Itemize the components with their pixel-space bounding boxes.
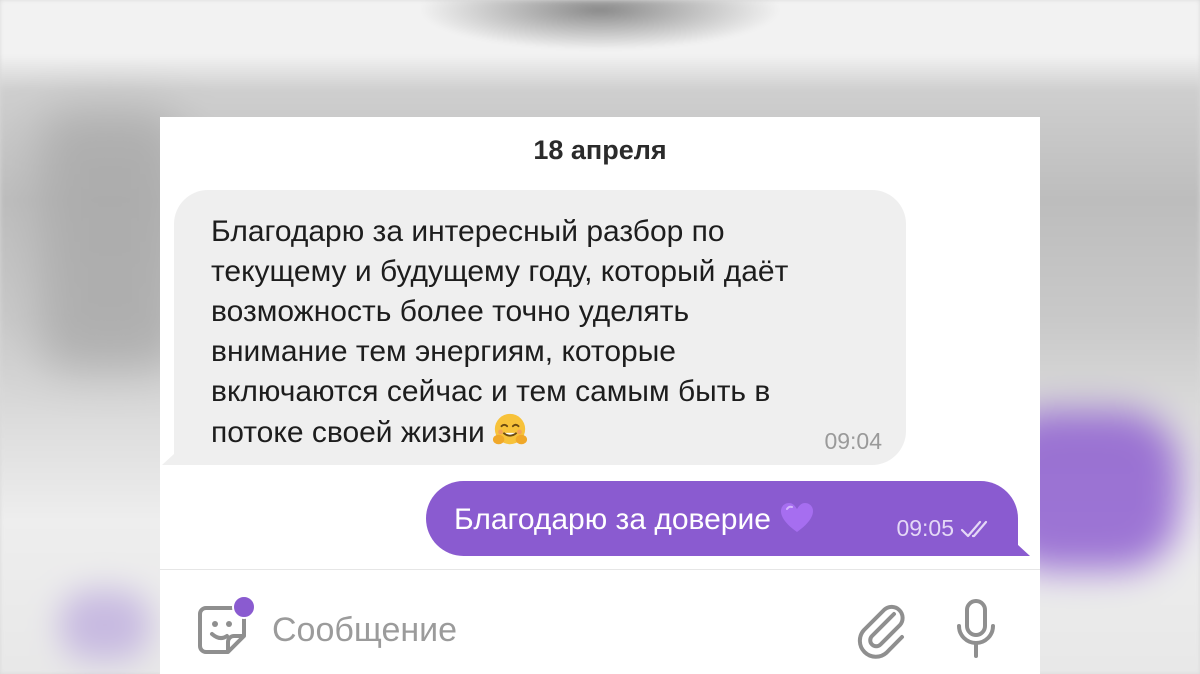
voice-message-button[interactable] bbox=[954, 598, 998, 660]
outgoing-message-time: 09:05 bbox=[896, 515, 954, 541]
incoming-message-time: 09:04 bbox=[824, 428, 882, 454]
attach-button[interactable] bbox=[854, 600, 910, 660]
incoming-message-text: Благодарю за интересный разбор по текуще… bbox=[211, 212, 870, 453]
blurred-shape-bottom bbox=[60, 590, 150, 660]
outgoing-message-meta: 09:05 bbox=[896, 515, 994, 542]
sticker-button[interactable] bbox=[194, 595, 256, 658]
paperclip-icon bbox=[857, 604, 905, 659]
outgoing-message-text: Благодарю за доверие bbox=[454, 501, 815, 537]
message-composer bbox=[160, 570, 1040, 674]
outgoing-message-bubble[interactable]: Благодарю за доверие 09:05 bbox=[426, 481, 1018, 556]
outgoing-message-body: Благодарю за доверие bbox=[454, 502, 771, 536]
sticker-notification-dot bbox=[232, 595, 256, 619]
hugging-face-emoji bbox=[492, 413, 527, 445]
message-input[interactable] bbox=[272, 600, 812, 660]
purple-heart-emoji bbox=[780, 502, 813, 532]
double-check-icon bbox=[960, 520, 988, 537]
blurred-shape-left bbox=[40, 110, 180, 370]
incoming-message-bubble[interactable]: Благодарю за интересный разбор по текуще… bbox=[174, 190, 906, 465]
microphone-icon bbox=[957, 599, 995, 658]
date-separator: 18 апреля bbox=[533, 135, 667, 165]
chat-window: 18 апреля Благодарю за интересный разбор… bbox=[160, 117, 1040, 674]
